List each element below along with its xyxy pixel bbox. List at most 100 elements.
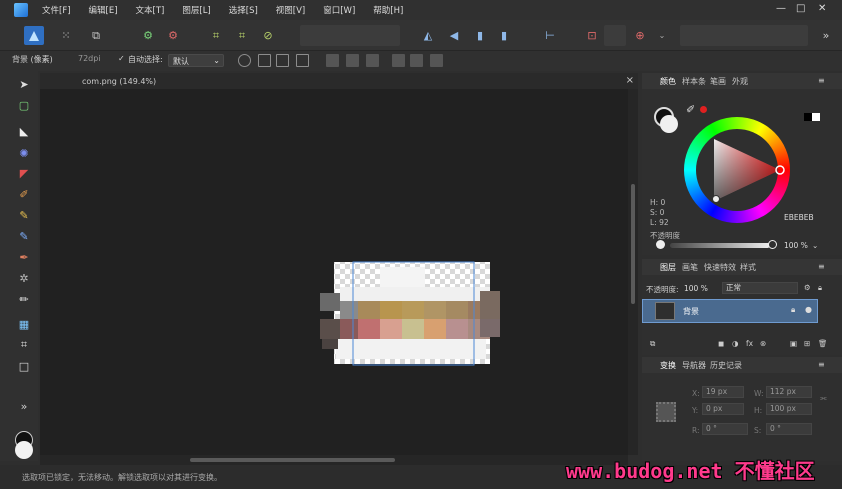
layer-name[interactable]: 背景 <box>683 306 699 317</box>
maximize-button[interactable]: □ <box>796 3 805 14</box>
vertical-scrollbar[interactable] <box>628 89 638 455</box>
horizontal-scrollbar[interactable] <box>40 455 628 465</box>
crop-tool-icon[interactable]: ⌗ <box>17 338 31 352</box>
settings-icon[interactable]: ⚙ <box>163 26 183 45</box>
align-middle-icon[interactable] <box>410 54 423 67</box>
tab-history[interactable]: 历史记录 <box>710 360 742 371</box>
menu-help[interactable]: 帮助[H] <box>373 4 403 16</box>
secondary-color-swatch[interactable] <box>15 441 33 459</box>
flip-horizontal-icon[interactable]: ◭ <box>418 26 438 45</box>
panel-menu-icon[interactable]: ≡ <box>818 76 825 85</box>
liquify-persona-icon[interactable]: ⁙ <box>56 26 76 45</box>
lock-icon[interactable]: 🔒︎ <box>818 283 822 293</box>
align-bottom-icon[interactable] <box>430 54 443 67</box>
link-icon[interactable]: ⫘ <box>820 393 827 403</box>
tab-brushes[interactable]: 画笔 <box>682 262 698 273</box>
transform-origin-icon[interactable] <box>238 54 251 67</box>
r-field[interactable]: 0 ° <box>702 423 748 435</box>
rectangle-tool-icon[interactable]: □ <box>17 359 31 373</box>
opacity-value[interactable]: 100 % <box>784 241 808 250</box>
panel-menu-icon[interactable]: ≡ <box>818 360 825 369</box>
view-tool-icon[interactable]: ▢ <box>17 98 31 112</box>
crop-icon[interactable]: ⊡ <box>582 26 602 45</box>
refine-icon[interactable]: ⊘ <box>258 26 278 45</box>
tab-swatches[interactable]: 样本条 <box>682 76 706 87</box>
menu-layer[interactable]: 图层[L] <box>182 4 210 16</box>
opacity-slider-handle[interactable] <box>768 240 777 249</box>
group-icon[interactable]: ▣ <box>790 339 797 348</box>
menu-edit[interactable]: 编辑[E] <box>89 4 118 16</box>
x-field[interactable]: 19 px <box>702 386 744 398</box>
tab-color[interactable]: 颜色 <box>660 76 676 87</box>
export-persona-icon[interactable]: ⧉ <box>86 26 106 45</box>
w-field[interactable]: 112 px <box>766 386 812 398</box>
menu-select[interactable]: 选择[S] <box>229 4 258 16</box>
black-swatch[interactable] <box>804 113 812 121</box>
arrange-back-icon[interactable]: ▮ <box>470 26 490 45</box>
close-button[interactable]: ✕ <box>818 3 826 14</box>
layer-lock-icon[interactable]: 🔒︎ <box>791 305 795 315</box>
pixel-tool-icon[interactable]: ✎ <box>17 229 31 243</box>
tab-stroke[interactable]: 笔画 <box>710 76 726 87</box>
menu-view[interactable]: 视图[V] <box>276 4 305 16</box>
menu-window[interactable]: 窗口[W] <box>323 4 355 16</box>
gear-tool-icon[interactable]: ✺ <box>17 146 31 160</box>
menu-text[interactable]: 文本[T] <box>136 4 165 16</box>
inpaint-tool-icon[interactable]: ◤ <box>17 166 31 180</box>
auto-select-checkbox[interactable]: ✓ <box>118 54 125 63</box>
gear-icon[interactable]: ⚙ <box>138 26 158 45</box>
h-field[interactable]: 100 px <box>766 403 812 415</box>
layer-visibility-icon[interactable]: ● <box>805 305 812 314</box>
brush-tool-icon[interactable]: ✒ <box>17 250 31 264</box>
white-swatch[interactable] <box>812 113 820 121</box>
layer-options-icon[interactable]: ⧉ <box>650 339 655 349</box>
layer-row-background[interactable]: 背景 🔒︎ ● <box>642 299 818 323</box>
anchor-grid-icon[interactable] <box>656 402 676 422</box>
more-tools-icon[interactable]: » <box>17 399 31 413</box>
arrange-front-icon[interactable]: ▮ <box>494 26 514 45</box>
erase-tool-icon[interactable]: ✏ <box>17 292 31 306</box>
align-top-icon[interactable] <box>392 54 405 67</box>
minimize-button[interactable]: — <box>776 3 786 14</box>
align-right-icon[interactable] <box>366 54 379 67</box>
grid-icon[interactable] <box>296 54 309 67</box>
tab-transform[interactable]: 变换 <box>660 360 676 371</box>
toolbar-overflow-icon[interactable]: » <box>816 26 836 45</box>
move-tool-icon[interactable]: ➤ <box>17 77 31 91</box>
hue-wheel[interactable] <box>684 117 790 223</box>
auto-select-dropdown[interactable]: 默认 ⌄ <box>168 54 224 67</box>
tab-appearance[interactable]: 外观 <box>732 76 748 87</box>
chevron-down-icon[interactable]: ⌄ <box>812 241 818 250</box>
add-layer-icon[interactable]: ⊞ <box>804 339 810 348</box>
chevron-down-icon[interactable]: ⌄ <box>652 26 672 45</box>
document-tab[interactable]: com.png (149.4%) × <box>40 73 638 89</box>
snapping-icon[interactable]: ⊕ <box>630 26 650 45</box>
menu-file[interactable]: 文件[F] <box>42 4 71 16</box>
tab-styles[interactable]: 样式 <box>740 262 756 273</box>
align-center-icon[interactable] <box>346 54 359 67</box>
distribute-icon[interactable] <box>276 54 289 67</box>
image-tool-icon[interactable]: ▦ <box>17 317 31 331</box>
live-filter-icon[interactable]: ⊗ <box>760 339 766 348</box>
delete-layer-icon[interactable]: 🗑︎ <box>818 339 828 348</box>
paint-brush-icon[interactable]: ✎ <box>17 208 31 222</box>
selection-icon[interactable]: ⌗ <box>206 26 226 45</box>
s-field[interactable]: 0 ° <box>766 423 812 435</box>
tab-quick-fx[interactable]: 快速特效 <box>704 262 736 273</box>
photo-persona-icon[interactable] <box>24 26 44 45</box>
y-field[interactable]: 0 px <box>702 403 744 415</box>
flip-vertical-icon[interactable]: ◀ <box>444 26 464 45</box>
mask-icon[interactable]: ◼ <box>718 339 724 348</box>
stroke-color-swatch[interactable] <box>660 115 678 133</box>
clone-tool-icon[interactable]: ✲ <box>17 271 31 285</box>
opacity-slider[interactable] <box>670 243 770 248</box>
color-picker-icon[interactable]: ✐ <box>17 187 31 201</box>
select-tool-icon[interactable]: ◣ <box>17 124 31 138</box>
align-left-icon[interactable] <box>326 54 339 67</box>
align-icon[interactable]: ⊢ <box>540 26 560 45</box>
panel-menu-icon[interactable]: ≡ <box>818 262 825 271</box>
eyedropper-icon[interactable]: ✐ <box>686 103 695 116</box>
gear-icon[interactable]: ⚙ <box>804 283 811 292</box>
marquee-icon[interactable]: ⌗ <box>232 26 252 45</box>
layer-opacity-value[interactable]: 100 % <box>684 284 708 293</box>
